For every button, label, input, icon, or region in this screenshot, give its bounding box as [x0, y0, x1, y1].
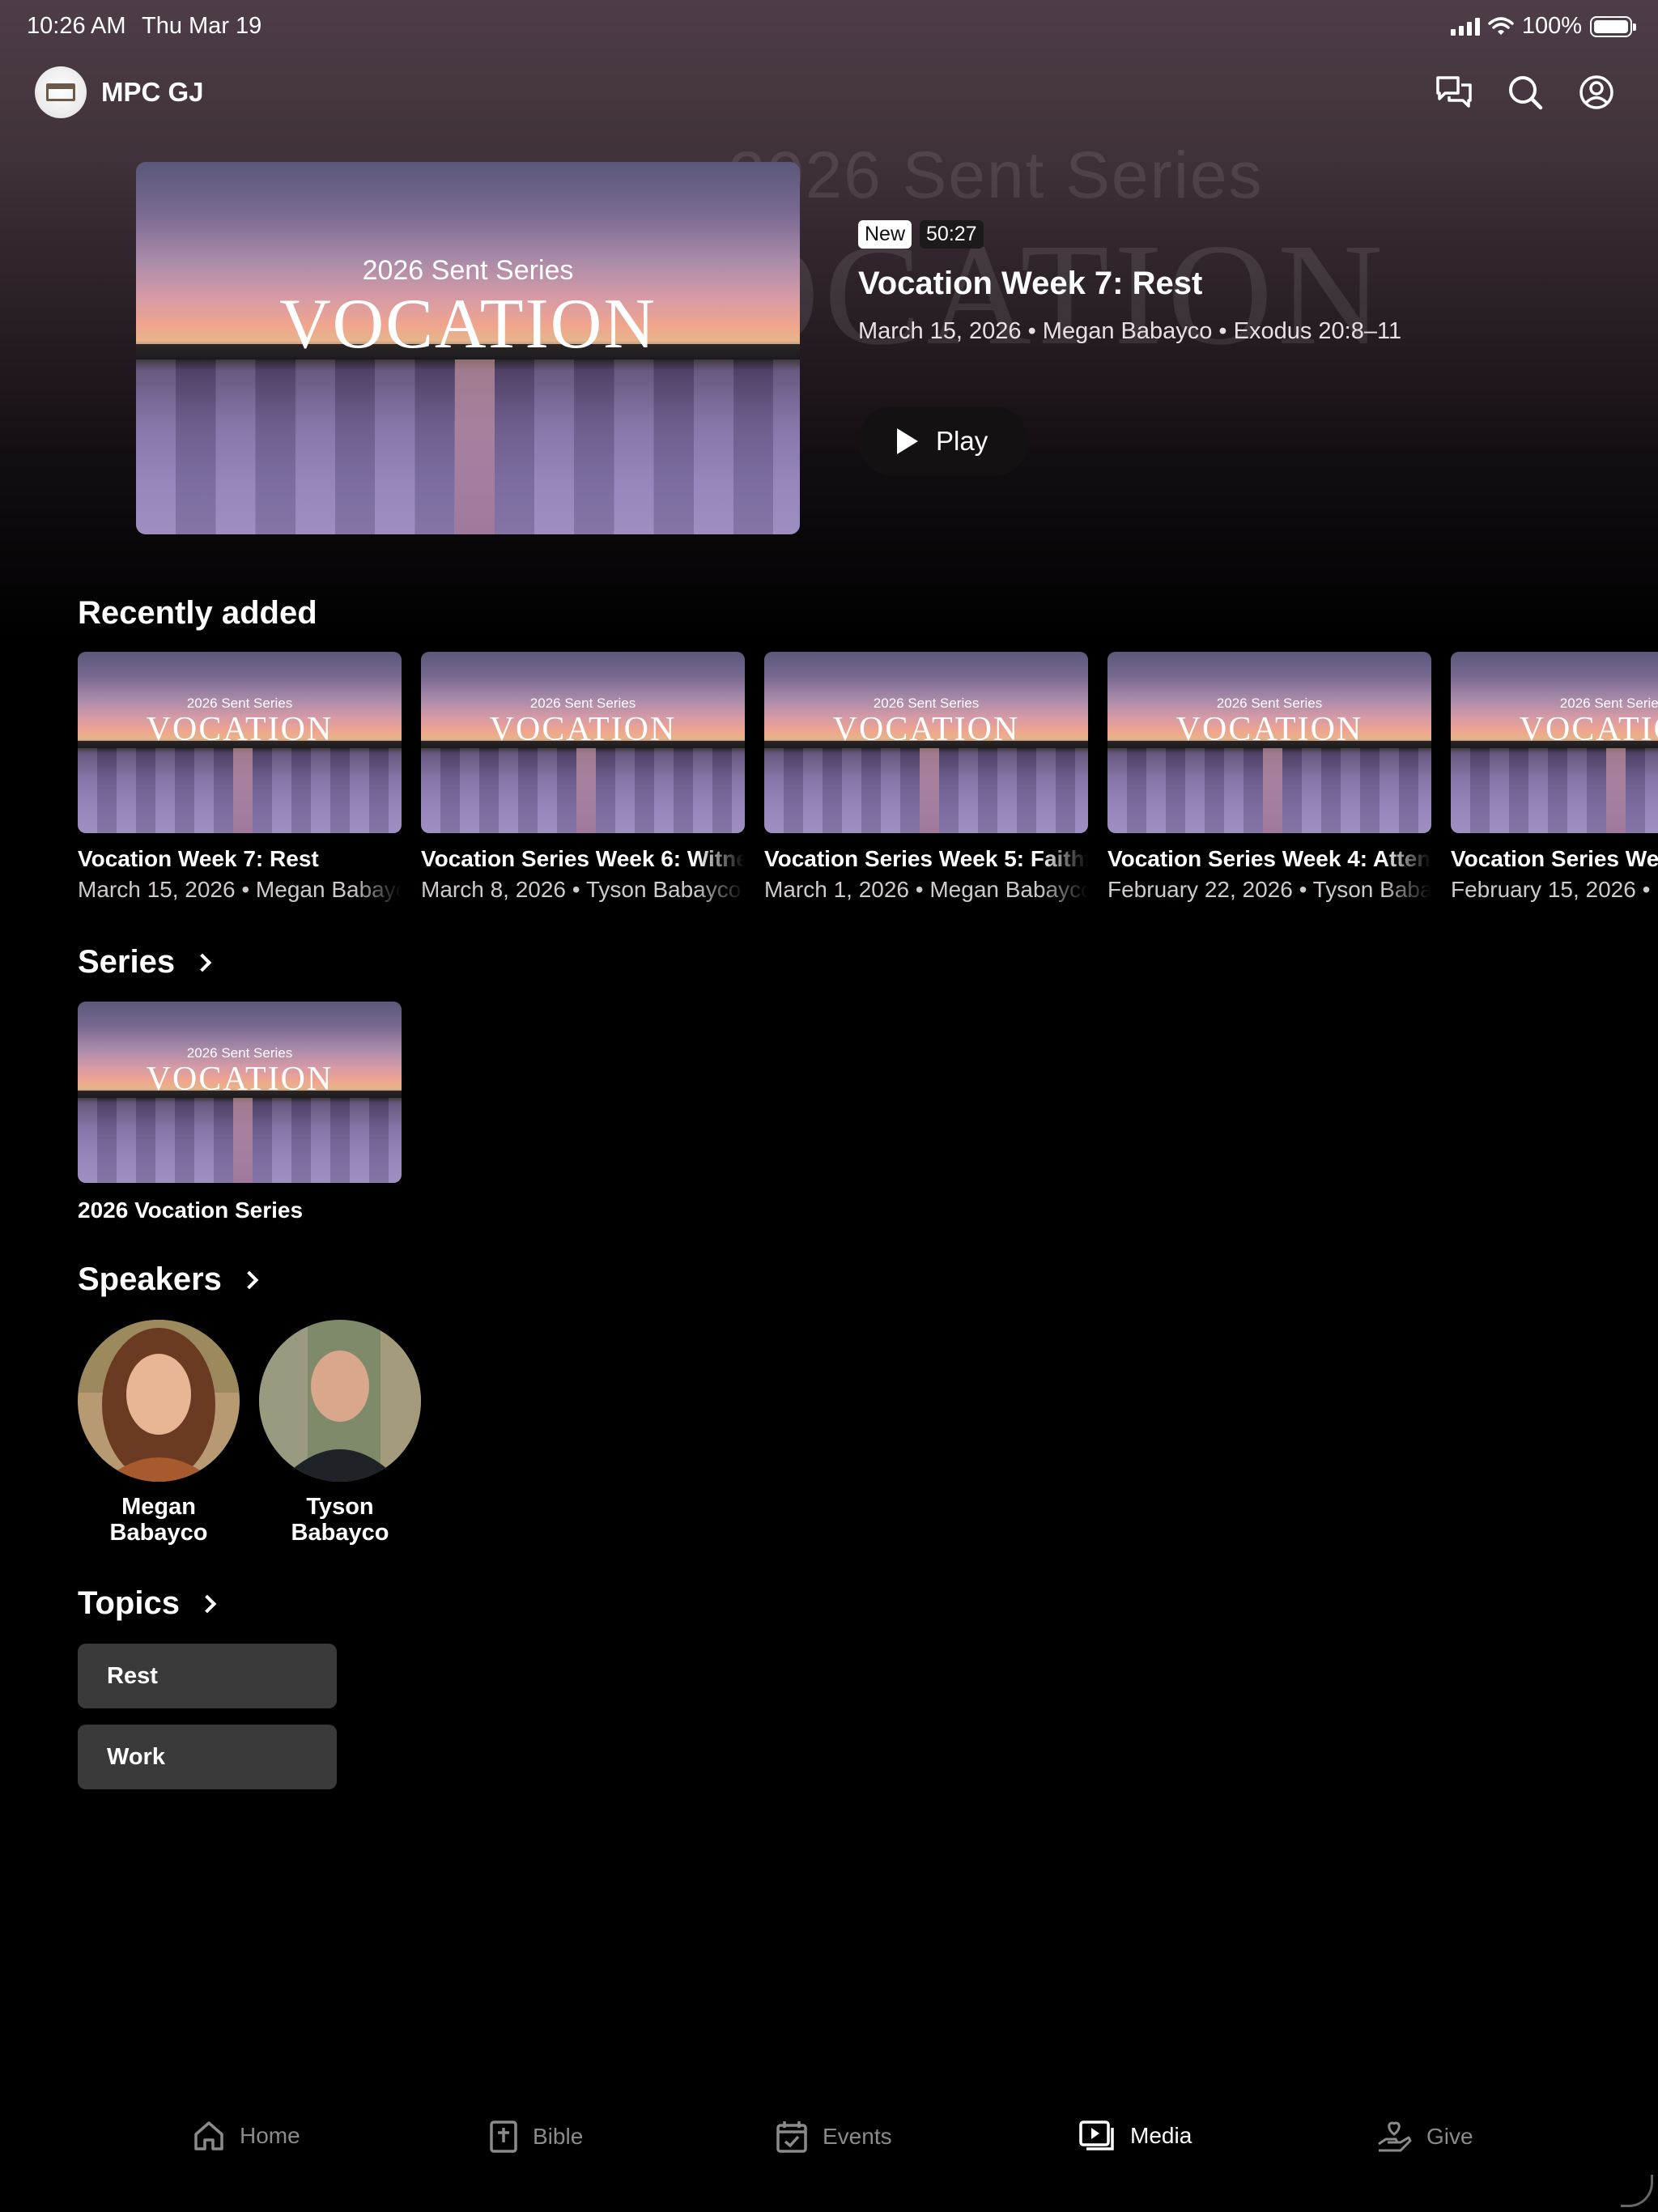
status-date: Thu Mar 19: [142, 13, 262, 39]
battery-icon: [1590, 15, 1636, 37]
wifi-icon: [1488, 16, 1514, 35]
topic-chip-work[interactable]: Work: [78, 1725, 337, 1789]
media-card-title: Vocation Series Week 4: Attention: [1107, 846, 1431, 871]
recently-added-carousel[interactable]: 2026 Sent Series VOCATION Vocation Week …: [78, 652, 1658, 911]
tab-bar: Home Bible Events Media Give: [0, 2105, 1658, 2178]
avatar: [259, 1320, 421, 1482]
topics-heading[interactable]: Topics: [78, 1585, 217, 1622]
search-icon[interactable]: [1504, 71, 1546, 113]
hand-heart-icon: [1378, 2121, 1412, 2152]
media-card-title: Vocation Week 7: Rest: [78, 846, 319, 871]
featured-meta: March 15, 2026 • Megan Babayco • Exodus …: [858, 318, 1402, 344]
speakers-heading[interactable]: Speakers: [78, 1261, 259, 1298]
chevron-right-icon: [198, 1594, 217, 1613]
chevron-right-icon: [240, 1270, 259, 1289]
speaker-name: Tyson Babayco: [291, 1494, 389, 1546]
app-header: MPC GJ: [0, 63, 1658, 121]
media-card[interactable]: 2026 Sent Series VOCATION Vocation Serie…: [1107, 652, 1431, 903]
recently-added-heading: Recently added: [78, 595, 317, 631]
resize-handle-icon: [1621, 2175, 1653, 2207]
featured-sermon-thumbnail[interactable]: 2026 Sent Series VOCATION: [136, 162, 800, 534]
status-time: 10:26 AM: [27, 13, 126, 39]
battery-percent: 100%: [1521, 13, 1582, 39]
tab-give[interactable]: Give: [1376, 2120, 1473, 2154]
tab-home[interactable]: Home: [193, 2120, 300, 2152]
featured-title: Vocation Week 7: Rest: [858, 266, 1203, 301]
duration-badge: 50:27: [920, 220, 984, 249]
media-card-subtitle: March 1, 2026 • Megan Babayco: [764, 877, 1088, 902]
speaker-name: Megan Babayco: [109, 1494, 208, 1546]
cellular-signal-icon: [1450, 17, 1480, 36]
play-label: Play: [936, 426, 988, 456]
tab-events[interactable]: Events: [776, 2120, 892, 2154]
new-badge: New: [858, 220, 912, 249]
tab-bible[interactable]: Bible: [489, 2120, 583, 2154]
messages-icon[interactable]: [1433, 71, 1475, 113]
media-card-title: Vocation Series Week 3: [1451, 846, 1658, 871]
house-icon: [194, 2121, 223, 2150]
speaker-tyson[interactable]: Tyson Babayco: [259, 1320, 421, 1546]
org-name: MPC GJ: [101, 77, 204, 107]
play-icon: [897, 428, 918, 454]
account-icon[interactable]: [1575, 71, 1618, 113]
topic-chip-rest[interactable]: Rest: [78, 1644, 337, 1708]
media-card-subtitle: March 15, 2026 • Megan Babayco: [78, 877, 402, 902]
media-card-title: Vocation Series Week 5: Faithfulness: [764, 846, 1088, 871]
media-card[interactable]: 2026 Sent Series VOCATION Vocation Serie…: [421, 652, 745, 903]
calendar-check-icon: [776, 2121, 807, 2153]
media-play-icon: [1079, 2121, 1114, 2150]
media-card-subtitle: March 8, 2026 • Tyson Babayco: [421, 877, 742, 902]
media-card-title: Vocation Series Week 6: Witness: [421, 846, 745, 871]
series-card[interactable]: 2026 Sent Series VOCATION 2026 Vocation …: [78, 1002, 402, 1223]
bible-icon: [490, 2121, 517, 2153]
play-button[interactable]: Play: [858, 406, 1028, 476]
series-card-title: 2026 Vocation Series: [78, 1197, 304, 1223]
chevron-right-icon: [193, 953, 212, 972]
media-card-subtitle: February 15, 2026 • Megan Babayco: [1451, 877, 1658, 902]
tab-media[interactable]: Media: [1078, 2120, 1192, 2152]
media-card[interactable]: 2026 Sent Series VOCATION Vocation Week …: [78, 652, 402, 903]
avatar: [78, 1320, 240, 1482]
status-bar: 10:26 AM Thu Mar 19 100%: [0, 0, 1658, 52]
church-logo[interactable]: [35, 66, 87, 118]
media-card[interactable]: 2026 Sent Series VOCATION Vocation Serie…: [1451, 652, 1658, 903]
speaker-megan[interactable]: Megan Babayco: [78, 1320, 240, 1546]
media-card[interactable]: 2026 Sent Series VOCATION Vocation Serie…: [764, 652, 1088, 903]
series-heading[interactable]: Series: [78, 944, 212, 981]
media-card-subtitle: February 22, 2026 • Tyson Babayco: [1107, 877, 1431, 902]
